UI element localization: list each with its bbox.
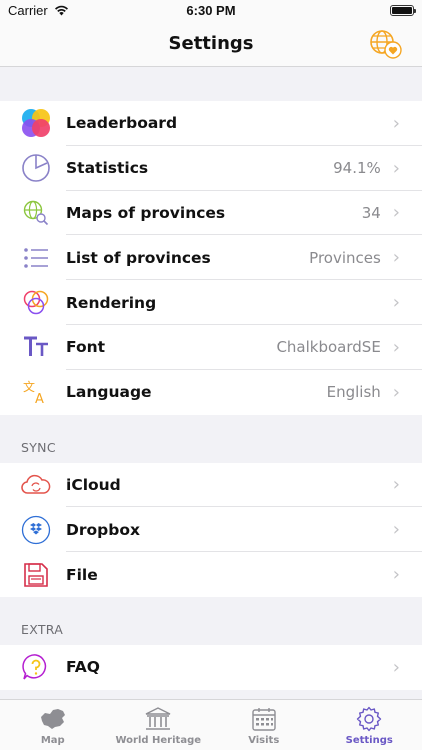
calendar-icon [249,705,279,733]
row-icloud[interactable]: iCloud › [0,462,422,508]
section-header-sync: SYNC [0,415,422,463]
globe-search-icon [20,197,52,229]
row-label: Leaderboard [66,114,178,133]
chevron-right-icon: › [392,292,400,314]
row-font[interactable]: Font ChalkboardSE › [0,324,422,370]
section-header-label: EXTRA [21,621,64,637]
row-value: 94.1% [333,159,381,178]
clock: 6:30 PM [186,3,236,18]
row-statistics[interactable]: Statistics 94.1% › [0,145,422,191]
gear-icon [354,705,384,733]
row-leaderboard[interactable]: Leaderboard › [0,101,422,146]
cloud-sync-icon [20,469,52,501]
chevron-right-icon: › [392,247,400,269]
row-label: Font [66,338,106,357]
chevron-right-icon: › [392,564,400,586]
row-label: FAQ [66,658,100,677]
chevron-right-icon: › [392,157,400,179]
row-label: Rendering [66,293,157,312]
page-title: Settings [168,33,254,54]
section-header-label: SYNC [21,439,56,455]
svg-text:文: 文 [23,379,35,394]
tab-label: Settings [345,735,393,746]
chevron-right-icon: › [392,202,400,224]
section-header-extra: EXTRA [0,597,422,645]
chevron-right-icon: › [392,656,400,678]
row-value: English [326,383,381,402]
row-maps-of-provinces[interactable]: Maps of provinces 34 › [0,190,422,236]
row-faq[interactable]: FAQ › [0,644,422,690]
row-dropbox[interactable]: Dropbox › [0,507,422,553]
sync-group: iCloud › Dropbox › File › [0,462,422,597]
translate-icon: 文 A [20,376,52,408]
row-value: 34 [361,203,381,222]
main-settings-group: Leaderboard › Statistics 94.1% › Maps of… [0,101,422,415]
globe-heart-icon [370,30,402,59]
row-file[interactable]: File › [0,552,422,597]
font-size-icon [20,331,52,363]
chevron-right-icon: › [392,381,400,403]
question-bubble-icon [20,651,52,683]
chevron-right-icon: › [392,112,400,134]
floppy-disk-icon [20,559,52,591]
status-bar: Carrier 6:30 PM [0,0,422,22]
globe-heart-button[interactable] [368,27,404,61]
row-label: Statistics [66,159,149,178]
navigation-bar: Settings [0,22,422,67]
row-label: Language [66,383,152,402]
row-label: File [66,565,98,584]
tab-label: World Heritage [115,735,202,746]
leaderboard-icon [20,107,52,139]
chevron-right-icon: › [392,336,400,358]
china-map-icon [38,705,68,733]
row-language[interactable]: 文 A Language English › [0,369,422,415]
tab-world-heritage[interactable]: World Heritage [106,700,212,750]
row-list-of-provinces[interactable]: List of provinces Provinces › [0,235,422,281]
tab-map[interactable]: Map [0,700,106,750]
tab-visits[interactable]: Visits [211,700,317,750]
tab-bar: Map World Heritage Visits Settings [0,699,422,750]
settings-list[interactable]: Leaderboard › Statistics 94.1% › Maps of… [0,67,422,699]
row-value: Provinces [309,248,381,267]
pie-chart-icon [20,152,52,184]
row-label: Dropbox [66,520,140,539]
tab-settings[interactable]: Settings [317,700,422,750]
row-rendering[interactable]: Rendering › [0,280,422,325]
tab-label: Visits [248,735,280,746]
rendering-icon [20,287,52,319]
svg-text:A: A [35,392,44,406]
temple-icon [143,705,173,733]
chevron-right-icon: › [392,474,400,496]
row-label: Maps of provinces [66,203,226,222]
battery-icon [390,5,416,16]
row-label: iCloud [66,475,121,494]
extra-group: FAQ › [0,644,422,690]
row-value: ChalkboardSE [276,338,381,357]
dropbox-icon [20,514,52,546]
tab-label: Map [40,735,65,746]
chevron-right-icon: › [392,519,400,541]
top-spacer [0,67,422,101]
list-icon [20,242,52,274]
row-label: List of provinces [66,248,211,267]
